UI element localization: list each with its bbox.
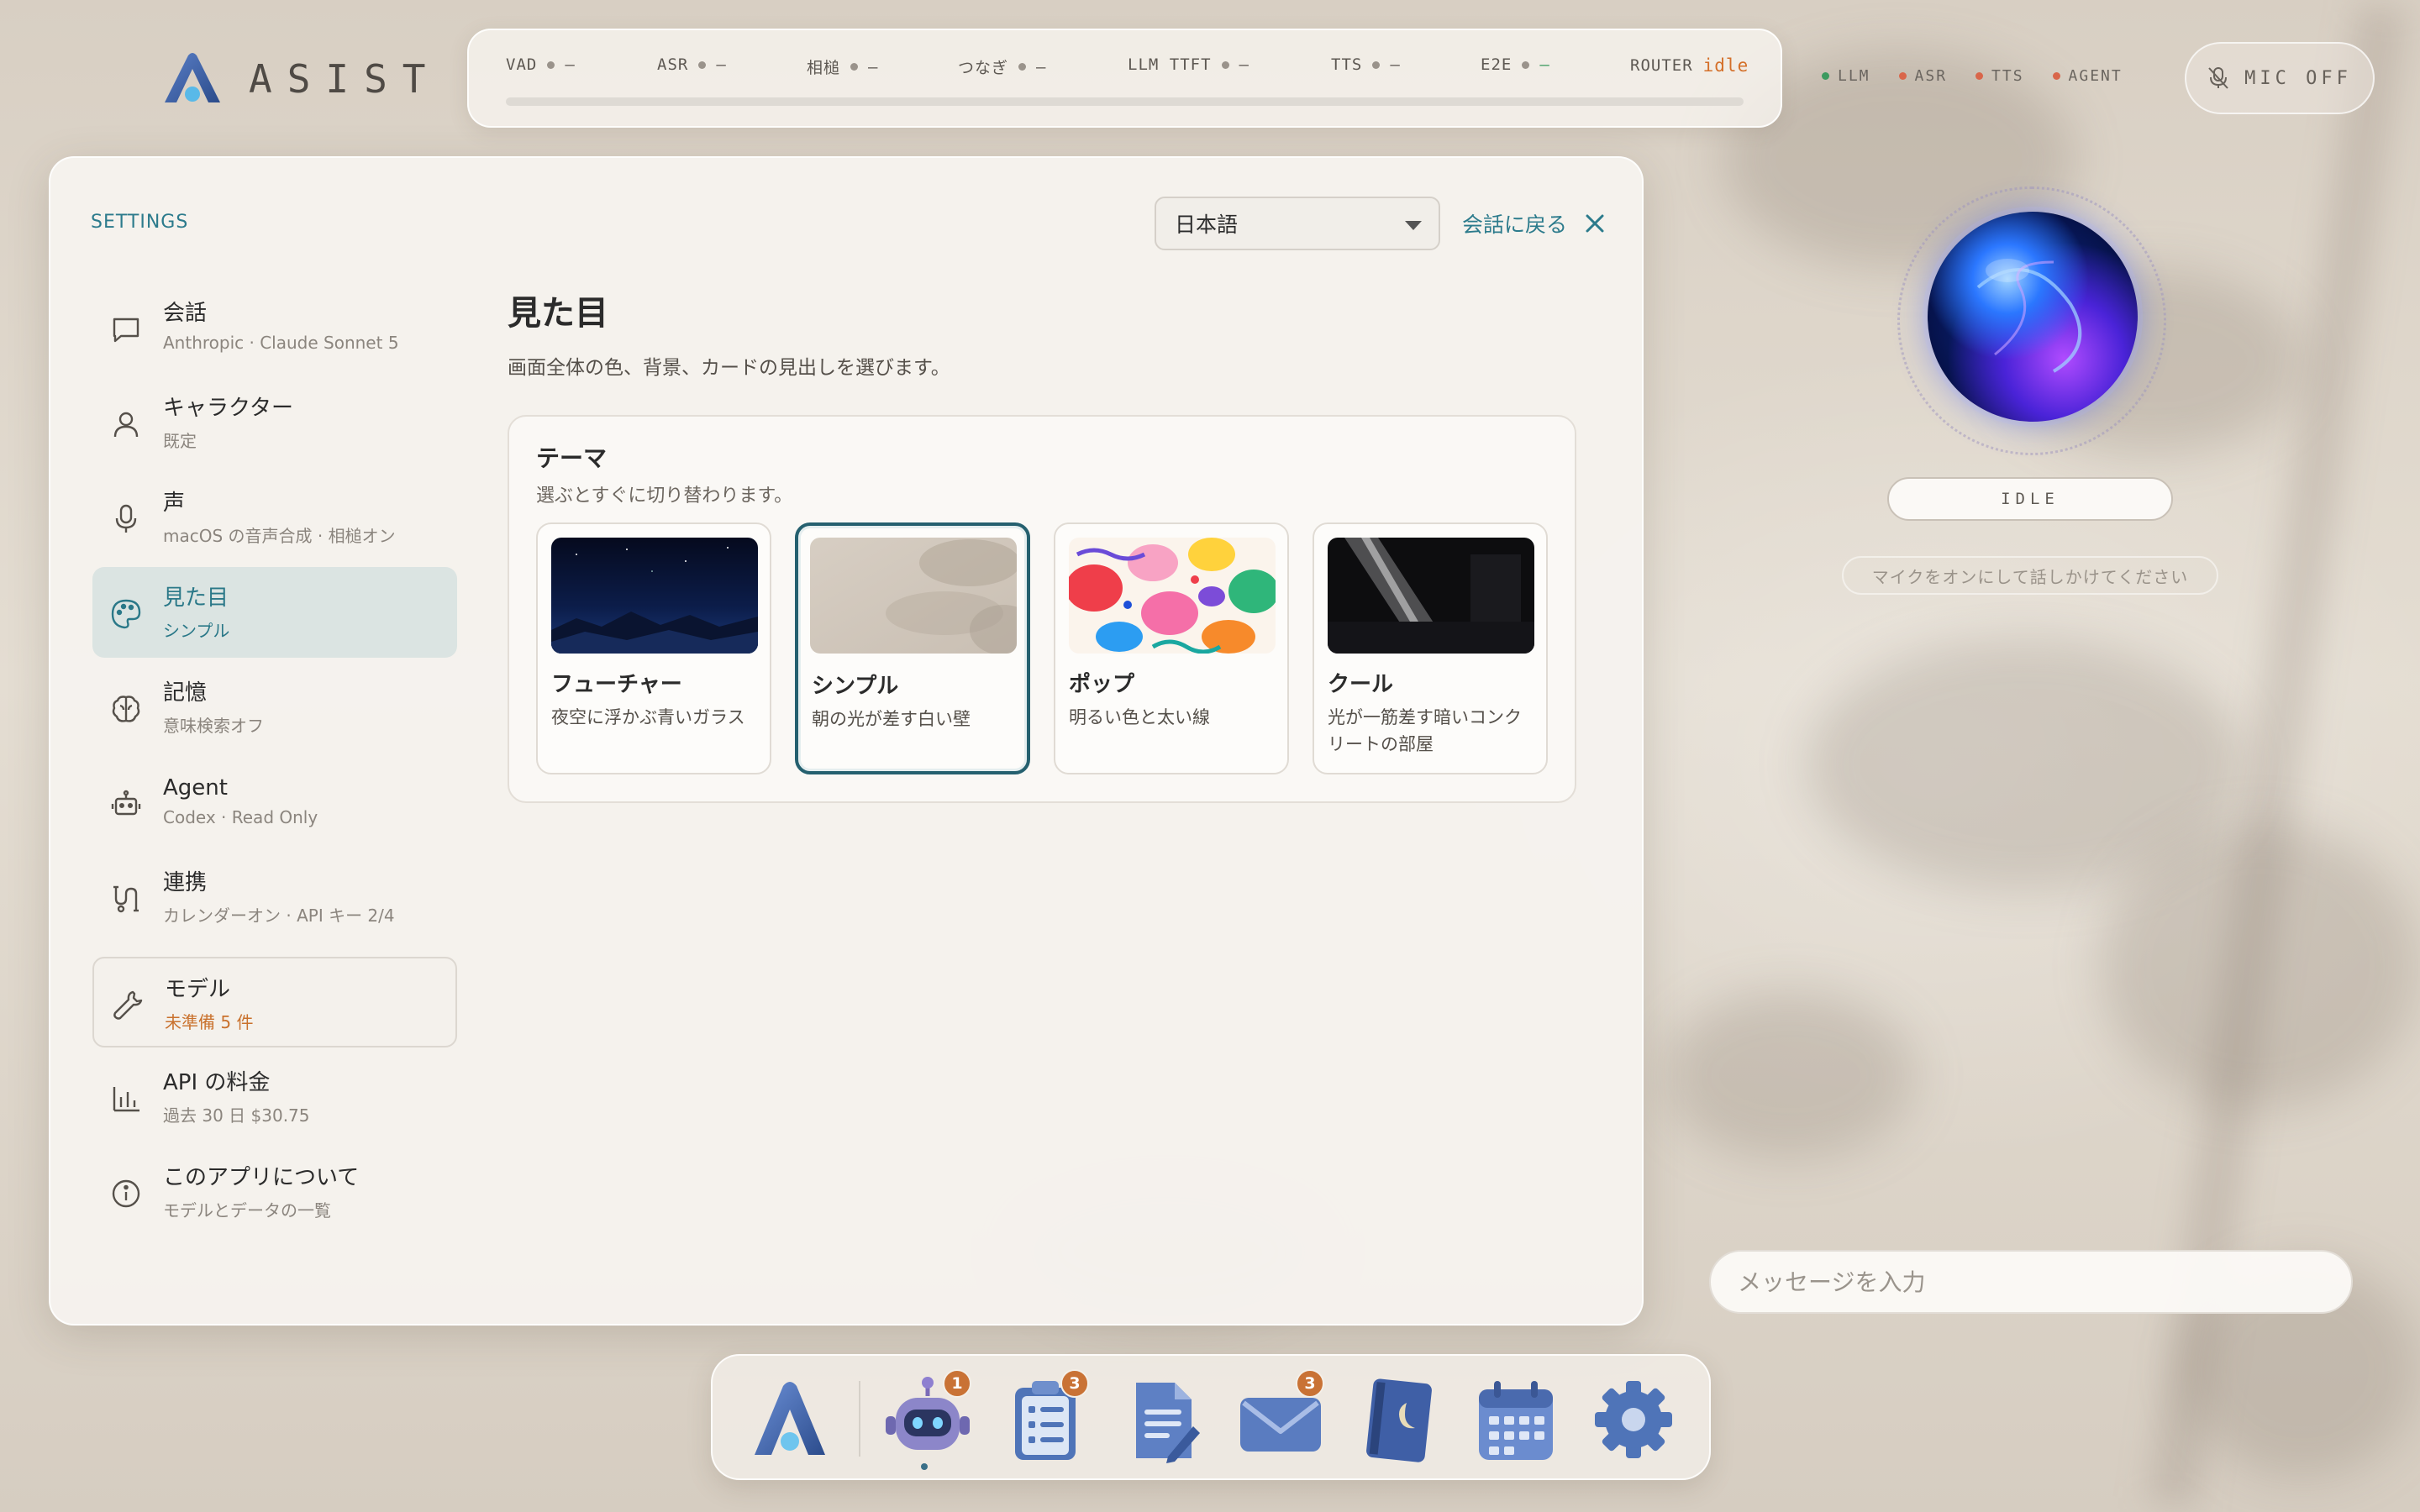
metric-asr: ASR — <box>657 55 727 74</box>
settings-kicker: SETTINGS <box>91 212 189 233</box>
metric-tts: TTS — <box>1331 55 1401 74</box>
chevron-down-icon <box>1405 221 1422 230</box>
assistant-state-badge: IDLE <box>1887 477 2173 521</box>
theme-option-cool[interactable]: クール 光が一筋差す暗いコンクリートの部屋 <box>1313 522 1548 774</box>
metric-llm-ttft: LLM TTFT — <box>1128 55 1249 74</box>
metric-e2e: E2E — <box>1481 55 1550 74</box>
theme-thumbnail-simple <box>810 538 1017 654</box>
assistant-hint: マイクをオンにして話しかけてください <box>1842 556 2218 595</box>
metric-vad: VAD — <box>506 55 576 74</box>
theme-thumbnail-future <box>551 538 758 654</box>
settings-gear-icon <box>1595 1381 1672 1458</box>
close-icon[interactable] <box>1580 208 1610 239</box>
dock-badge: 3 <box>1296 1369 1324 1398</box>
status-agent: AGENT <box>2052 67 2123 85</box>
theme-section-subtitle: 選ぶとすぐに切り替わります。 <box>536 486 793 507</box>
orb-swirl-decoration <box>1976 259 2082 373</box>
sidebar-item-integrations[interactable]: 連携 カレンダーオン · API キー 2/4 <box>92 852 457 942</box>
dock-separator <box>859 1381 860 1457</box>
dock-item-tasks[interactable]: 3 <box>998 1369 1092 1465</box>
sidebar-item-appearance[interactable]: 見た目 シンプル <box>92 567 457 658</box>
sidebar-item-about[interactable]: このアプリについて モデルとデータの一覧 <box>92 1147 457 1237</box>
language-select[interactable]: 日本語 <box>1155 197 1440 250</box>
link-icon <box>113 885 139 913</box>
metric-aizuchi: 相槌 — <box>807 57 879 78</box>
brain-icon <box>112 696 140 722</box>
theme-option-simple[interactable]: シンプル 朝の光が差す白い壁 <box>795 522 1030 774</box>
mic-off-icon <box>2208 67 2228 89</box>
theme-option-future[interactable]: フューチャー 夜空に浮かぶ青いガラス <box>536 522 771 774</box>
mic-icon <box>115 504 137 533</box>
theme-thumbnail-pop <box>1069 538 1276 654</box>
dock-item-diary[interactable] <box>1351 1374 1445 1465</box>
person-icon <box>113 412 139 438</box>
page-description: 画面全体の色、背景、カードの見出しを選びます。 <box>508 357 950 379</box>
message-input[interactable] <box>1709 1250 2353 1314</box>
service-status-indicators: LLM ASR TTS AGENT <box>1822 67 2123 85</box>
dock-item-settings[interactable] <box>1586 1374 1681 1465</box>
asist-logo-icon <box>165 53 220 102</box>
status-llm: LLM <box>1822 67 1870 85</box>
sidebar-item-character[interactable]: キャラクター 既定 <box>92 377 457 468</box>
app-name: ASIST <box>249 56 441 102</box>
palette-icon <box>111 599 141 629</box>
dock-item-agent[interactable]: 1 <box>881 1369 975 1465</box>
status-asr: ASR <box>1898 67 1948 85</box>
sidebar-item-conversation[interactable]: 会話 Anthropic · Claude Sonnet 5 <box>92 282 457 373</box>
sidebar-item-memory[interactable]: 記憶 意味検索オフ <box>92 662 457 753</box>
theme-section: テーマ 選ぶとすぐに切り替わります。 フューチャー 夜空に浮かぶ青いガラス シン… <box>508 415 1576 803</box>
diary-book-icon <box>1366 1378 1432 1462</box>
notes-document-icon <box>1136 1383 1200 1463</box>
back-to-chat-link[interactable]: 会話に戻る <box>1462 208 1567 239</box>
sidebar-item-voice[interactable]: 声 macOS の音声合成 · 相槌オン <box>92 472 457 563</box>
metric-tsunagi: つなぎ — <box>958 57 1047 78</box>
dock-badge: 1 <box>943 1369 971 1398</box>
chat-icon <box>113 318 139 343</box>
latency-progress-track <box>506 97 1744 106</box>
calendar-icon <box>1479 1381 1553 1460</box>
theme-thumbnail-cool <box>1328 538 1534 654</box>
dock-item-mail[interactable]: 3 <box>1234 1369 1328 1465</box>
dock-item-asist[interactable] <box>743 1374 837 1465</box>
info-icon <box>112 1179 140 1208</box>
settings-sidebar: 会話 Anthropic · Claude Sonnet 5 キャラクター 既定… <box>92 282 457 1242</box>
dock-badge: 3 <box>1060 1369 1089 1398</box>
dock-item-calendar[interactable] <box>1469 1374 1563 1465</box>
latency-metrics-bar: VAD — ASR — 相槌 — つなぎ — LLM TTFT — TTS — E2E — R… <box>467 29 1782 128</box>
asist-app-icon <box>755 1382 825 1455</box>
settings-panel: SETTINGS 日本語 会話に戻る 会話 Anthropic · Claude… <box>49 156 1644 1326</box>
metric-router: ROUTER idle <box>1630 55 1749 76</box>
theme-option-pop[interactable]: ポップ 明るい色と太い線 <box>1054 522 1289 774</box>
page-title: 見た目 <box>508 294 608 333</box>
theme-section-title: テーマ <box>536 444 608 472</box>
sidebar-item-models[interactable]: モデル 未準備 5 件 <box>92 957 457 1047</box>
app-logo: ASIST <box>160 52 440 106</box>
active-app-indicator <box>921 1463 928 1470</box>
status-tts: TTS <box>1975 67 2024 85</box>
mic-toggle-button[interactable]: MIC OFF <box>2185 42 2375 114</box>
sidebar-item-agent[interactable]: Agent Codex · Read Only <box>92 757 457 848</box>
robot-icon <box>111 790 141 816</box>
app-dock: 1 3 3 <box>711 1354 1711 1480</box>
dock-item-notes[interactable] <box>1116 1374 1210 1465</box>
bar-chart-icon <box>113 1087 139 1112</box>
sidebar-item-api-pricing[interactable]: API の料金 過去 30 日 $30.75 <box>92 1052 457 1142</box>
wrench-icon <box>113 990 143 1020</box>
